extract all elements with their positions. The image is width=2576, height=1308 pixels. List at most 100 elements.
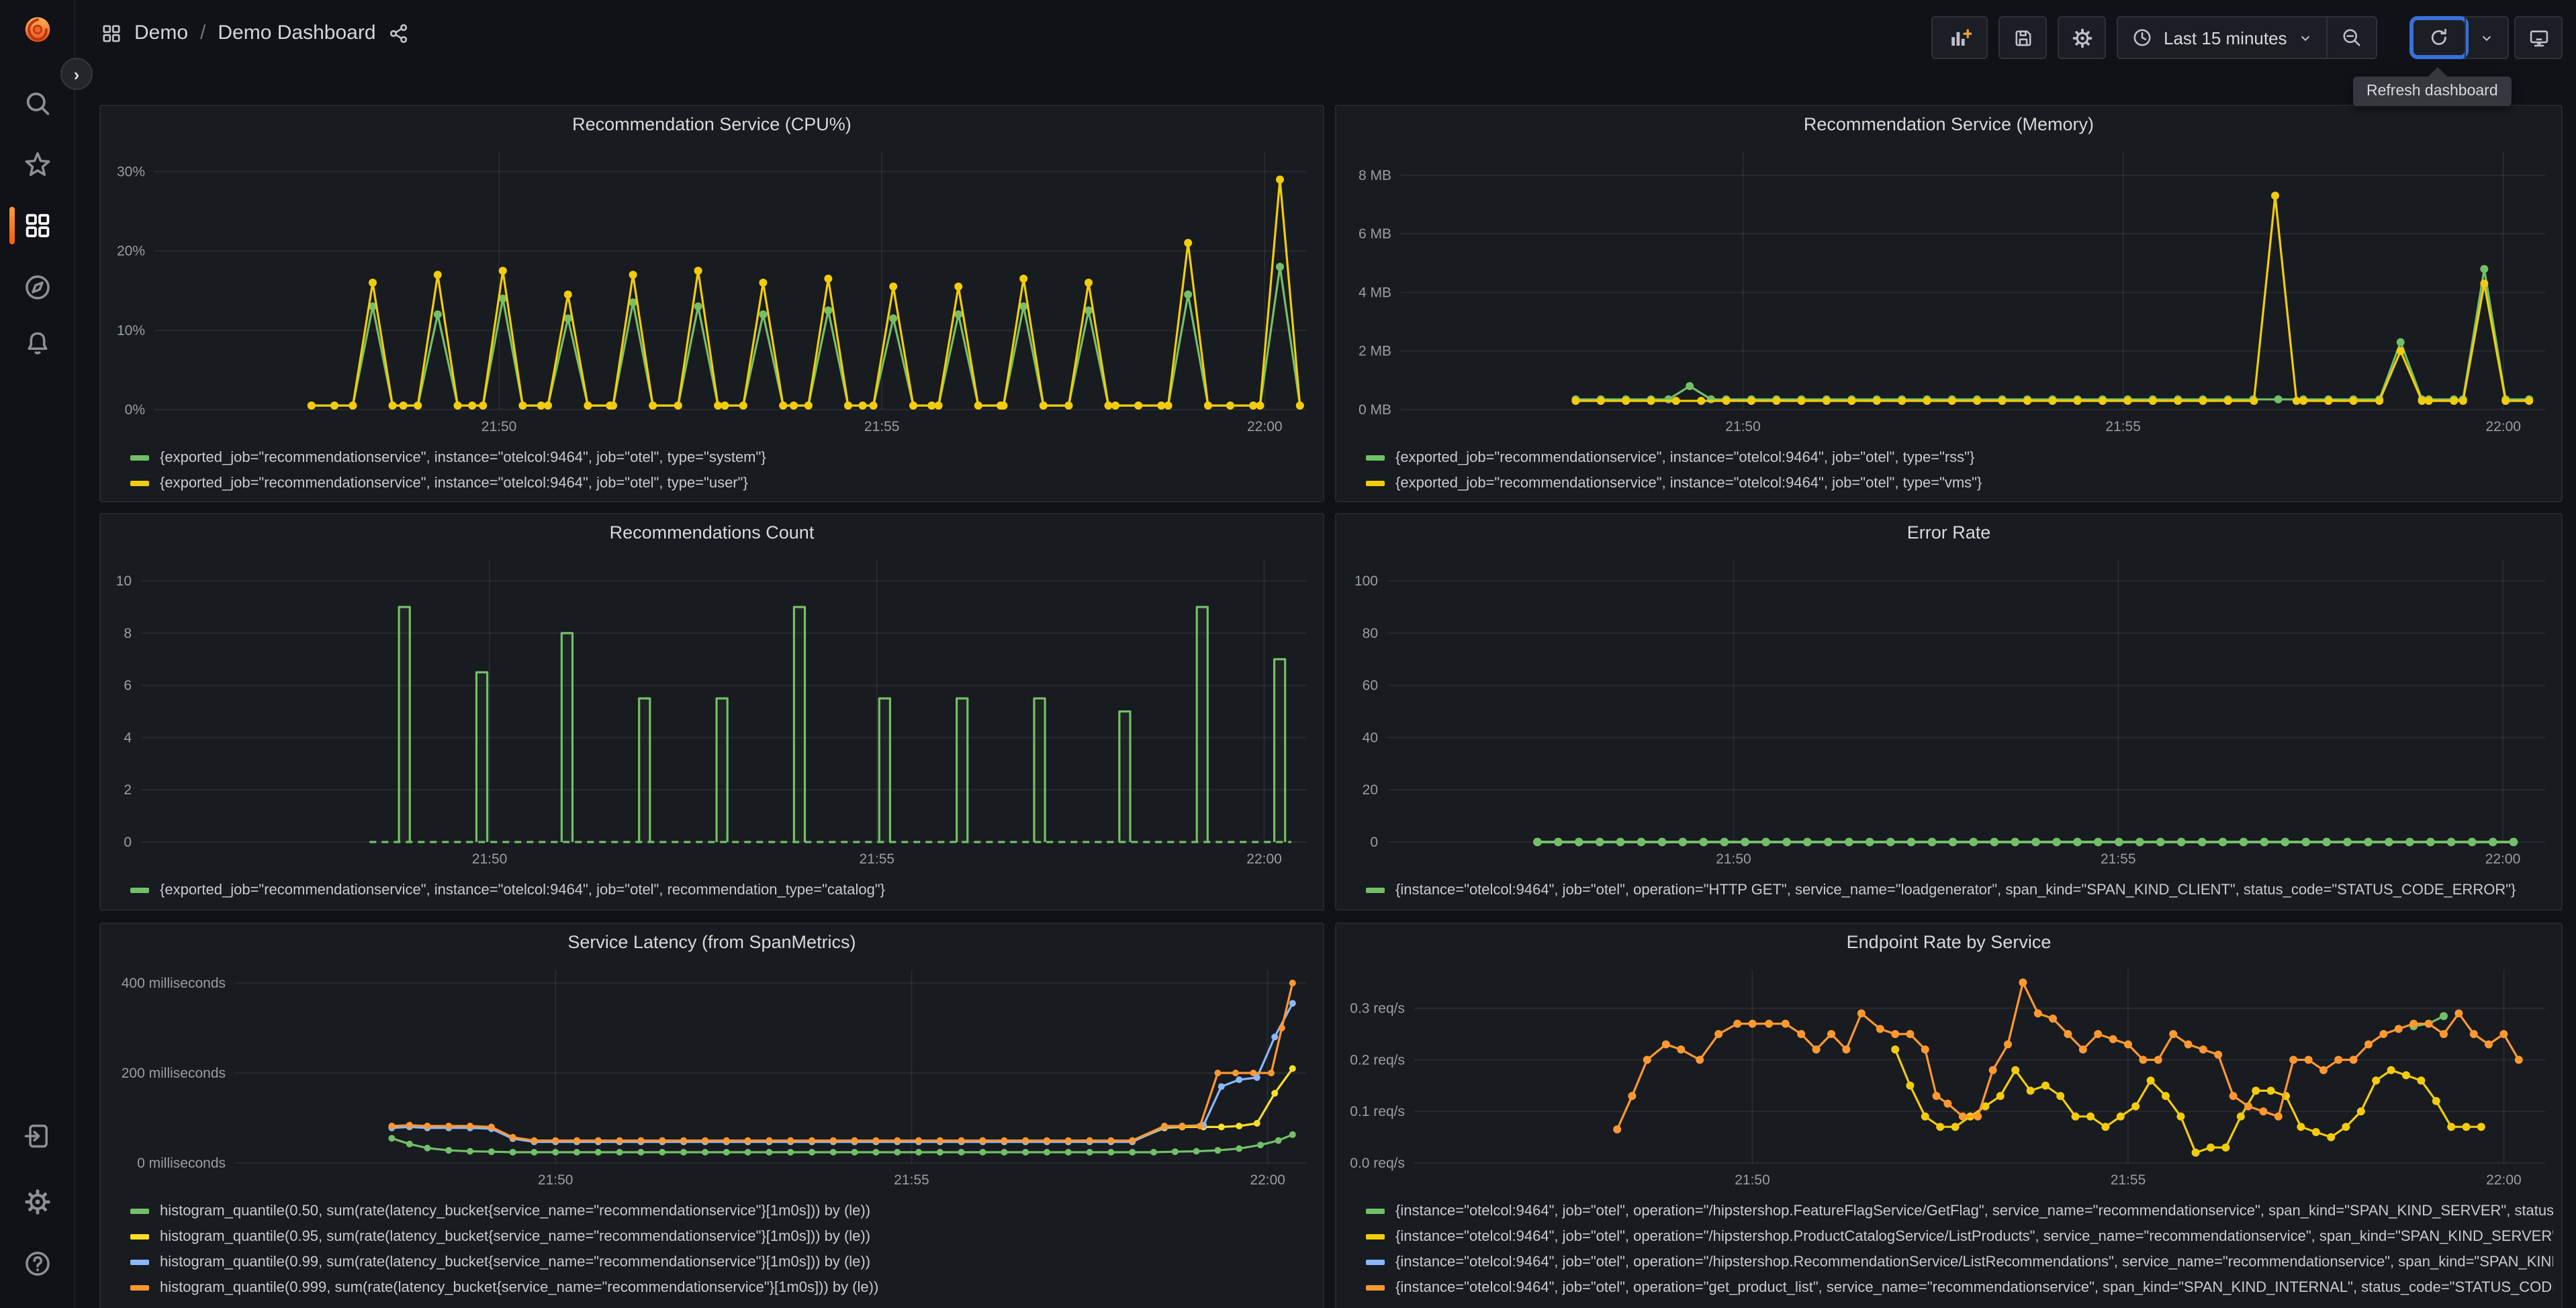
panel-endpoint-rate: Endpoint Rate by Service 21:50 21:55 22:00…	[1335, 923, 2563, 1308]
svg-text:21:50: 21:50	[1725, 419, 1761, 434]
svg-text:21:55: 21:55	[2105, 419, 2141, 434]
dashboard-settings-button[interactable]	[2058, 16, 2106, 59]
service-latency-chart[interactable]: 21:50 21:55 22:00 0 milliseconds 200 millise…	[101, 959, 1323, 1195]
panel-title[interactable]: Error Rate	[1336, 514, 2561, 549]
error-rate-legend: {instance="otelcol:9464", job="otel", op…	[1336, 877, 2561, 902]
cpu-chart[interactable]: 21:50 21:55 22:00 0% 10% 20% 30%	[101, 141, 1323, 442]
help-icon[interactable]	[23, 1249, 52, 1278]
chart-canvas[interactable]: 21:50 21:55 22:00 0 MB 2 MB 4 MB 6 MB 8 MB	[1336, 141, 2561, 442]
panel-title[interactable]: Recommendation Service (Memory)	[1336, 106, 2561, 141]
legend-label: {exported_job="recommendationservice", i…	[160, 475, 748, 491]
apps-grid-icon	[103, 24, 120, 42]
sidebar-item-dashboards[interactable]	[23, 211, 52, 240]
svg-text:21:50: 21:50	[1735, 1172, 1770, 1188]
legend-item[interactable]: {exported_job="recommendationservice", i…	[130, 877, 1315, 902]
share-icon[interactable]	[388, 22, 410, 44]
legend-color-chip	[130, 887, 149, 892]
svg-text:100: 100	[1354, 573, 1378, 589]
zoom-out-icon	[2343, 29, 2360, 46]
save-dashboard-button[interactable]	[1998, 16, 2047, 59]
refresh-interval-button[interactable]	[2465, 17, 2508, 58]
add-panel-button[interactable]	[1931, 16, 1988, 59]
legend-label: {exported_job="recommendationservice", i…	[160, 882, 886, 898]
legend-item[interactable]: {instance="otelcol:9464", job="otel", op…	[1366, 1249, 2553, 1274]
endpoint-rate-chart[interactable]: 21:50 21:55 22:00 0.0 req/s 0.1 req/s 0.2 req…	[1336, 959, 2561, 1195]
legend-label: histogram_quantile(0.95, sum(rate(latenc…	[160, 1228, 871, 1244]
chart-canvas[interactable]: 21:50 21:55 22:00 0 milliseconds 200 millise…	[101, 959, 1323, 1195]
legend-color-chip	[1366, 887, 1385, 892]
cycle-view-button[interactable]	[2514, 16, 2563, 59]
svg-text:21:55: 21:55	[894, 1172, 929, 1188]
sidebar-expand-button[interactable]: ›	[60, 58, 93, 90]
memory-chart[interactable]: 21:50 21:55 22:00 0 MB 2 MB 4 MB 6 MB 8 MB	[1336, 141, 2561, 442]
legend-item[interactable]: {exported_job="recommendationservice", i…	[130, 445, 1315, 470]
svg-text:22:00: 22:00	[2485, 419, 2521, 434]
settings-gear-icon[interactable]	[23, 1187, 52, 1217]
legend-item[interactable]: {exported_job="recommendationservice", i…	[130, 470, 1315, 496]
svg-text:6 MB: 6 MB	[1359, 226, 1391, 242]
endpoint-rate-legend: {instance="otelcol:9464", job="otel", op…	[1336, 1198, 2561, 1300]
breadcrumb: Demo / Demo Dashboard	[101, 21, 410, 44]
legend-item[interactable]: histogram_quantile(0.999, sum(rate(laten…	[130, 1274, 1315, 1300]
legend-item[interactable]: {instance="otelcol:9464", job="otel", op…	[1366, 1198, 2553, 1223]
panel-title[interactable]: Service Latency (from SpanMetrics)	[101, 924, 1323, 959]
svg-text:2: 2	[124, 782, 132, 798]
refresh-dashboard-button[interactable]	[2409, 16, 2469, 59]
legend-color-chip	[1366, 1284, 1385, 1290]
legend-item[interactable]: {exported_job="recommendationservice", i…	[1366, 445, 2553, 470]
breadcrumb-dashboard[interactable]: Demo Dashboard	[218, 21, 375, 44]
svg-text:0%: 0%	[125, 402, 145, 418]
svg-text:4 MB: 4 MB	[1359, 285, 1391, 300]
svg-text:0 MB: 0 MB	[1359, 402, 1391, 418]
chart-canvas[interactable]: 21:50 21:55 22:00 0 20 40 60 80 100	[1336, 549, 2561, 874]
chart-canvas[interactable]: 21:50 21:55 22:00 0.0 req/s 0.1 req/s 0.2 req…	[1336, 959, 2561, 1195]
legend-color-chip	[130, 455, 149, 460]
legend-item[interactable]: histogram_quantile(0.50, sum(rate(latenc…	[130, 1198, 1315, 1223]
svg-text:40: 40	[1363, 730, 1378, 745]
legend-item[interactable]: {instance="otelcol:9464", job="otel", op…	[1366, 1274, 2553, 1300]
svg-text:22:00: 22:00	[1246, 851, 1282, 867]
panel-title[interactable]: Recommendation Service (CPU%)	[101, 106, 1323, 141]
panel-recommendations-count: Recommendations Count 21:50 21:55 22:00 0 2 4…	[99, 513, 1324, 910]
legend-item[interactable]: {instance="otelcol:9464", job="otel", op…	[1366, 1223, 2553, 1249]
memory-legend: {exported_job="recommendationservice", i…	[1336, 445, 2561, 496]
chart-canvas[interactable]: 21:50 21:55 22:00 0% 10% 20% 30%	[101, 141, 1323, 442]
svg-text:0: 0	[124, 835, 132, 850]
svg-text:2 MB: 2 MB	[1359, 344, 1391, 359]
breadcrumb-folder[interactable]: Demo	[134, 21, 188, 44]
service-latency-legend: histogram_quantile(0.50, sum(rate(latenc…	[101, 1198, 1323, 1300]
svg-text:22:00: 22:00	[2486, 1172, 2522, 1188]
legend-label: {exported_job="recommendationservice", i…	[1395, 449, 1975, 465]
search-icon[interactable]	[23, 89, 52, 118]
zoom-out-button[interactable]	[2326, 17, 2376, 58]
legend-color-chip	[1366, 455, 1385, 460]
explore-compass-icon[interactable]	[23, 273, 52, 302]
legend-color-chip	[130, 1208, 149, 1213]
svg-text:400 milliseconds: 400 milliseconds	[122, 976, 226, 991]
svg-text:0.0 req/s: 0.0 req/s	[1350, 1156, 1405, 1171]
starred-icon[interactable]	[23, 150, 52, 180]
legend-item[interactable]: {instance="otelcol:9464", job="otel", op…	[1366, 877, 2553, 902]
legend-item[interactable]: histogram_quantile(0.95, sum(rate(latenc…	[130, 1223, 1315, 1249]
grafana-logo[interactable]	[23, 15, 52, 44]
panel-memory: Recommendation Service (Memory) 21:50 21:…	[1335, 105, 2563, 502]
panel-title[interactable]: Endpoint Rate by Service	[1336, 924, 2561, 959]
alerting-bell-icon[interactable]	[23, 329, 52, 359]
panel-title[interactable]: Recommendations Count	[101, 514, 1323, 549]
error-rate-chart[interactable]: 21:50 21:55 22:00 0 20 40 60 80 100	[1336, 549, 2561, 874]
sign-in-icon[interactable]	[23, 1121, 52, 1151]
legend-item[interactable]: {exported_job="recommendationservice", i…	[1366, 470, 2553, 496]
svg-text:22:00: 22:00	[2485, 851, 2521, 867]
sidebar	[0, 0, 75, 1308]
legend-color-chip	[130, 480, 149, 485]
legend-color-chip	[1366, 1233, 1385, 1239]
svg-text:21:55: 21:55	[2111, 1172, 2146, 1188]
legend-color-chip	[1366, 1208, 1385, 1213]
svg-text:0: 0	[1370, 835, 1378, 850]
legend-item[interactable]: histogram_quantile(0.99, sum(rate(latenc…	[130, 1249, 1315, 1274]
legend-color-chip	[1366, 480, 1385, 485]
recommendations-count-chart[interactable]: 21:50 21:55 22:00 0 2 4 6 8 10	[101, 549, 1323, 874]
svg-text:10: 10	[116, 573, 132, 589]
time-range-picker[interactable]: Last 15 minutes	[2118, 17, 2326, 58]
chart-canvas[interactable]: 21:50 21:55 22:00 0 2 4 6 8 10	[101, 549, 1323, 874]
